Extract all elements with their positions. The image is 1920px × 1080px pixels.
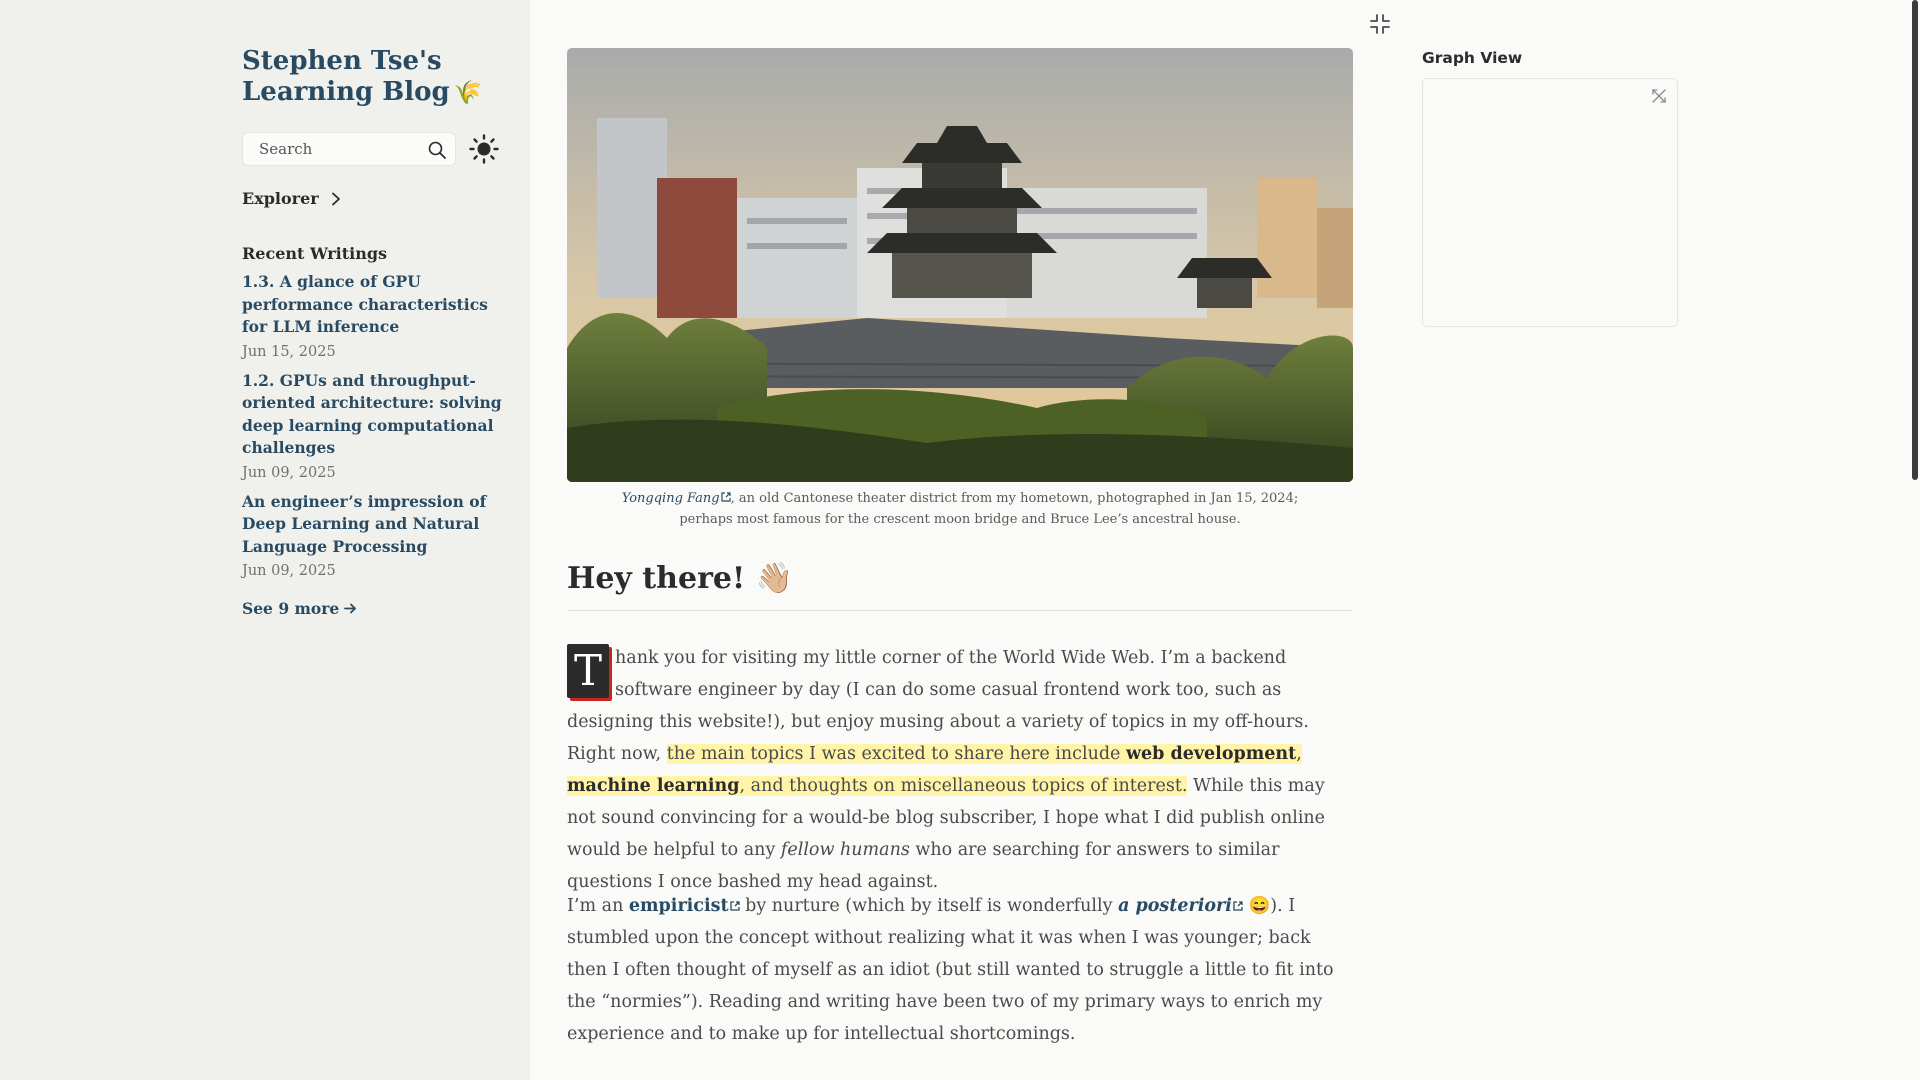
- recent-item-date: Jun 09, 2025: [242, 563, 336, 579]
- recent-item-link[interactable]: 1.3. A glance of GPU performance charact…: [242, 271, 504, 339]
- highlight-2: ,: [1296, 744, 1302, 764]
- search-icon[interactable]: [427, 140, 447, 160]
- left-sidebar: Stephen Tse's Learning Blog 🌾 Search Expl…: [0, 0, 530, 1080]
- wheat-emoji: 🌾: [453, 80, 483, 106]
- scrollbar[interactable]: [1912, 0, 1918, 480]
- arrow-right-icon: [344, 603, 357, 614]
- empiricist-link[interactable]: empiricist: [629, 896, 729, 916]
- article-heading-text: Hey there!: [567, 561, 746, 596]
- hero-image: [567, 48, 1353, 482]
- caption-line-2: perhaps most famous for the crescent moo…: [679, 512, 1241, 527]
- graph-view[interactable]: [1422, 78, 1678, 327]
- highlight-1: the main topics I was excited to share h…: [666, 744, 1126, 764]
- intro-paragraph: Thank you for visiting my little corner …: [567, 642, 1353, 898]
- recent-writings-heading: Recent Writings: [242, 244, 388, 263]
- explorer-label: Explorer: [242, 189, 319, 208]
- list-item: 1.2. GPUs and throughput-oriented archit…: [242, 370, 504, 483]
- site-title[interactable]: Stephen Tse's Learning Blog 🌾: [242, 46, 522, 109]
- theater-photo: [567, 48, 1353, 482]
- recent-item-link[interactable]: An engineer’s impression of Deep Learnin…: [242, 491, 504, 559]
- highlight-3: , and thoughts on miscellaneous topics o…: [739, 776, 1188, 796]
- explorer-toggle[interactable]: Explorer: [242, 189, 343, 208]
- list-item: 1.3. A glance of GPU performance charact…: [242, 271, 504, 362]
- p2-text-2: by nurture (which by itself is wonderful…: [739, 896, 1119, 916]
- recent-item-date: Jun 09, 2025: [242, 464, 336, 481]
- a-posteriori-link[interactable]: a posteriori: [1118, 896, 1232, 916]
- bold-web-development: web development: [1125, 744, 1297, 764]
- chevron-right-icon: [331, 192, 340, 205]
- recent-item-date: Jun 15, 2025: [242, 343, 336, 360]
- external-link-icon: [1233, 901, 1243, 911]
- external-link-icon: [729, 901, 740, 911]
- expand-icon[interactable]: [1650, 87, 1668, 105]
- external-link-icon: [721, 492, 731, 502]
- see-more-label: See 9 more: [242, 599, 340, 618]
- recent-item-link[interactable]: 1.2. GPUs and throughput-oriented archit…: [242, 370, 504, 460]
- article-heading: Hey there! 👋🏼: [567, 561, 1353, 611]
- list-item: An engineer’s impression of Deep Learnin…: [242, 491, 504, 582]
- grin-emoji: 😄: [1248, 896, 1271, 916]
- empiricist-paragraph: I’m an empiricist by nurture (which by i…: [567, 890, 1353, 1050]
- graph-view-title: Graph View: [1422, 49, 1523, 67]
- search-placeholder: Search: [259, 140, 313, 158]
- wave-emoji: 👋🏼: [755, 561, 793, 596]
- em-fellow-humans: fellow humans: [780, 840, 910, 860]
- caption-link[interactable]: Yongqing Fang: [622, 491, 720, 506]
- sun-icon[interactable]: [469, 134, 499, 164]
- collapse-icon[interactable]: [1368, 12, 1392, 36]
- hero-caption: Yongqing Fang , an old Cantonese theater …: [567, 488, 1353, 530]
- bold-machine-learning: machine learning: [567, 776, 740, 796]
- see-more-link[interactable]: See 9 more: [242, 599, 357, 618]
- caption-line-1: , an old Cantonese theater district from…: [730, 491, 1299, 506]
- search-input[interactable]: Search: [242, 132, 456, 166]
- recent-writings: Recent Writings 1.3. A glance of GPU per…: [242, 244, 504, 618]
- p2-text-1: I’m an: [567, 896, 629, 916]
- p2-text-3: ). I stumbled upon the concept without r…: [567, 896, 1334, 1044]
- site-title-text[interactable]: Stephen Tse's Learning Blog: [242, 46, 450, 107]
- dropcap: T: [567, 644, 609, 698]
